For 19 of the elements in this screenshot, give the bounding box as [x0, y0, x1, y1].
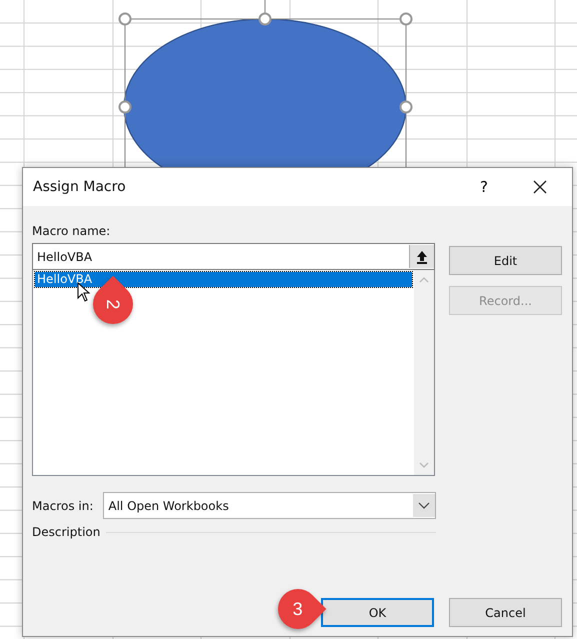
- side-button[interactable]: Edit: [449, 246, 562, 275]
- chevron-down-icon: [418, 502, 430, 510]
- upload-button[interactable]: [409, 245, 434, 268]
- scroll-down-icon: [419, 461, 429, 469]
- section-label: Description: [32, 525, 100, 539]
- field-label: Macros in:: [32, 498, 94, 512]
- macro-name-field[interactable]: HelloVBA: [32, 243, 435, 270]
- close-icon: [533, 180, 547, 194]
- dialog-button[interactable]: OK: [321, 598, 434, 627]
- dialog-button[interactable]: Cancel: [449, 598, 562, 627]
- upload-icon: [416, 250, 428, 264]
- field-label: Macro name:: [32, 224, 112, 238]
- window-title: Assign Macro: [33, 179, 127, 195]
- scroll-up-icon: [419, 276, 429, 284]
- pointer-cursor-icon: [77, 282, 91, 302]
- scrollbar[interactable]: [414, 270, 434, 475]
- list-item[interactable]: HelloVBA: [35, 272, 412, 287]
- help-button[interactable]: ?: [466, 172, 502, 202]
- macros-in-dropdown[interactable]: All Open Workbooks: [103, 492, 436, 519]
